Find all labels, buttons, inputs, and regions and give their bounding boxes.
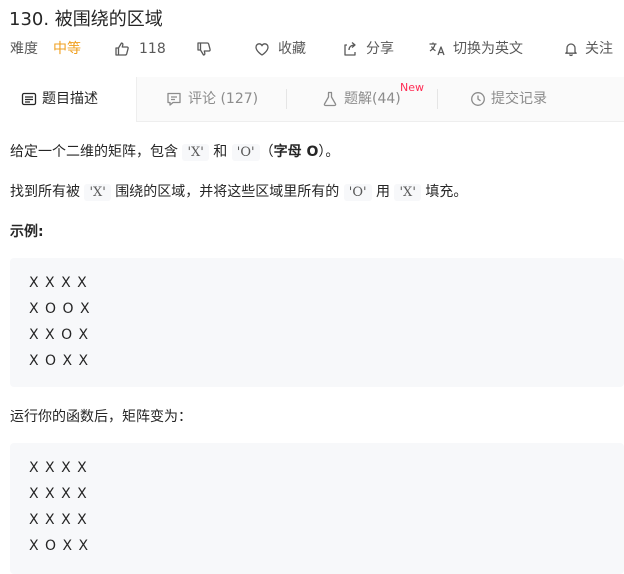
clock-icon (471, 92, 485, 106)
example-output-block: X X X X X X X X X X X X X O X X (10, 443, 624, 574)
tab-label: 题解(44) (344, 91, 401, 107)
tab-comments[interactable]: 评论 (127) (136, 77, 286, 121)
tab-label: 提交记录 (491, 91, 547, 107)
share-icon (344, 42, 356, 56)
thumbs-up-icon (115, 42, 129, 56)
matrix-row: X X O X (29, 327, 90, 343)
matrix-row: X X X X (29, 512, 88, 528)
text-segment: 找到所有被 (10, 184, 85, 200)
translate-icon (429, 42, 445, 56)
new-badge: New (400, 81, 424, 94)
text-segment: 填充。 (420, 184, 468, 200)
matrix-row: X O X X (29, 538, 90, 554)
description-icon (21, 92, 37, 106)
inline-code: 'O' (343, 184, 372, 201)
favorite-button[interactable]: 收藏 (254, 38, 310, 60)
bold-text: 字母 O (273, 144, 319, 160)
dislike-button[interactable] (196, 38, 214, 60)
text-segment: 围绕的区域，并将这些区域里所有的 (110, 184, 344, 200)
tab-label: 评论 (127) (188, 91, 259, 107)
switch-language-button[interactable]: 切换为英文 (428, 38, 532, 60)
tab-description[interactable]: 题目描述 (0, 77, 137, 122)
difficulty-value: 中等 (53, 41, 81, 57)
bell-icon (565, 43, 577, 57)
example-heading: 示例: (10, 224, 44, 240)
follow-button[interactable]: 关注 (563, 38, 619, 60)
heart-icon (255, 43, 269, 56)
comment-icon (167, 92, 181, 106)
tab-bar: 题目描述 评论 (127) 题解(44) New 提交记录 (0, 77, 624, 122)
text-segment: 用 (371, 184, 395, 200)
matrix-row: X O X X (29, 353, 90, 369)
matrix-row: X X X X (29, 275, 88, 291)
follow-label: 关注 (585, 41, 613, 57)
description-line-2: 找到所有被 'X' 围绕的区域，并将这些区域里所有的 'O' 用 'X' 填充。 (10, 181, 467, 204)
text-segment: ）。 (318, 144, 340, 160)
inline-code: 'X' (84, 184, 111, 201)
switch-language-label: 切换为英文 (453, 41, 523, 57)
tab-label: 题目描述 (42, 91, 98, 107)
like-count: 118 (139, 41, 166, 57)
inline-code: 'X' (394, 184, 421, 201)
tab-submissions[interactable]: 提交记录 (438, 77, 588, 121)
example-input-block: X X X X X O O X X X O X X O X X (10, 258, 624, 387)
flask-icon (323, 91, 337, 107)
text-segment: （ (259, 144, 274, 160)
after-text: 运行你的函数后，矩阵变为： (10, 409, 192, 425)
inline-code: 'O' (231, 144, 260, 161)
difficulty-label: 难度 (10, 41, 38, 57)
matrix-row: X X X X (29, 460, 88, 476)
share-label: 分享 (366, 41, 394, 57)
text-segment: 和 (208, 144, 232, 160)
favorite-label: 收藏 (278, 41, 306, 57)
text-segment: 给定一个二维的矩阵，包含 (10, 144, 183, 160)
matrix-row: X X X X (29, 486, 88, 502)
problem-meta-bar: 难度 中等 118 收藏 分享 切换为英文 关注 (0, 38, 624, 60)
thumbs-down-icon (197, 42, 211, 56)
description-line-1: 给定一个二维的矩阵，包含 'X' 和 'O' （字母 O）。 (10, 141, 339, 164)
problem-title: 130. 被围绕的区域 (9, 9, 163, 30)
share-button[interactable]: 分享 (342, 38, 398, 60)
matrix-row: X O O X (29, 301, 91, 317)
like-button[interactable]: 118 (114, 38, 166, 60)
inline-code: 'X' (182, 144, 209, 161)
